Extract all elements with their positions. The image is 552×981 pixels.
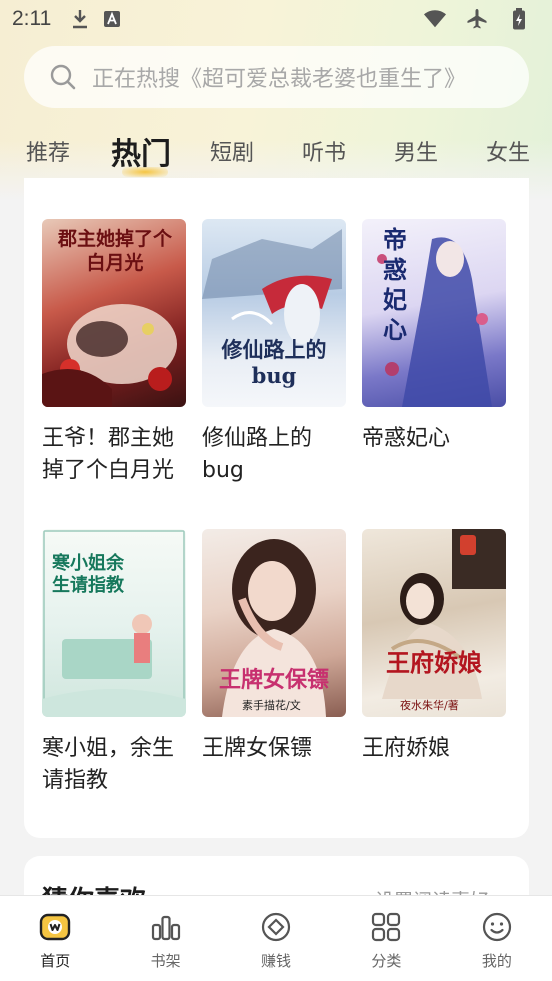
cover-author: 夜水朱华/著 [400, 699, 459, 712]
nav-category[interactable]: 分类 [331, 896, 441, 981]
book-item[interactable]: 寒小姐余生请指教 寒小姐，余生请指教 [42, 529, 186, 797]
search-bar[interactable]: 正在热搜《超可爱总裁老婆也重生了》 [24, 46, 529, 108]
cover-title: 修仙路上的bug [221, 337, 327, 388]
nav-label: 赚钱 [261, 952, 292, 970]
book-cover[interactable]: 王府娇娘 夜水朱华/著 [362, 529, 506, 717]
cover-author: 素手描花/文 [242, 699, 301, 712]
nav-label: 分类 [371, 952, 402, 970]
book-title: 王牌女保镖 [202, 736, 313, 761]
book-cover[interactable]: 王牌女保镖 素手描花/文 [202, 529, 346, 717]
nav-label: 书架 [150, 952, 181, 970]
cover-title: 王府娇娘 [386, 648, 482, 677]
airplane-mode-icon [466, 8, 488, 30]
book-title: 帝惑妃心 [362, 426, 451, 451]
book-cover[interactable]: 寒小姐余生请指教 [42, 529, 186, 717]
book-item[interactable]: 修仙路上的bug 修仙路上的bug [202, 219, 346, 487]
book-title: 寒小姐，余生请指教 [42, 736, 175, 793]
wifi-icon [424, 8, 446, 30]
font-icon [101, 8, 123, 30]
download-icon [69, 8, 91, 30]
search-icon [50, 64, 76, 90]
tab-audiobook[interactable]: 听书 [302, 135, 346, 167]
search-placeholder: 正在热搜《超可爱总裁老婆也重生了》 [92, 67, 467, 92]
book-item[interactable]: 王府娇娘 夜水朱华/著 王府娇娘 [362, 529, 506, 765]
home-icon [38, 910, 72, 944]
book-grid-card: 郡主她掉了个白月光 王爷！郡主她掉了个白月光 修仙路上的bug 修仙路上的bug [24, 178, 529, 838]
tab-female[interactable]: 女生 [486, 135, 530, 167]
profile-icon [480, 910, 514, 944]
nav-bookshelf[interactable]: 书架 [110, 896, 220, 981]
book-cover[interactable]: 帝惑妃心 [362, 219, 506, 407]
book-title: 王府娇娘 [362, 736, 451, 761]
book-item[interactable]: 王牌女保镖 素手描花/文 王牌女保镖 [202, 529, 346, 765]
nav-earn[interactable]: 赚钱 [221, 896, 331, 981]
tab-hot[interactable]: 热门 [111, 129, 171, 173]
book-item[interactable]: 帝惑妃心 帝惑妃心 [362, 219, 506, 455]
status-time: 2:11 [12, 7, 52, 30]
nav-profile[interactable]: 我的 [442, 896, 552, 981]
status-bar: 2:11 [0, 0, 552, 38]
cover-title: 帝惑妃心 [383, 225, 407, 344]
nav-label: 首页 [40, 952, 71, 970]
book-title: 王爷！郡主她掉了个白月光 [42, 426, 175, 483]
book-item[interactable]: 郡主她掉了个白月光 王爷！郡主她掉了个白月光 [42, 219, 186, 487]
nav-home[interactable]: 首页 [0, 896, 110, 981]
book-cover[interactable]: 郡主她掉了个白月光 [42, 219, 186, 407]
book-title: 修仙路上的bug [202, 426, 313, 483]
cover-title: 郡主她掉了个白月光 [57, 228, 172, 274]
earn-icon [259, 910, 293, 944]
book-cover[interactable]: 修仙路上的bug [202, 219, 346, 407]
tab-male[interactable]: 男生 [394, 135, 438, 167]
cover-title: 王牌女保镖 [218, 667, 329, 693]
category-icon [369, 910, 403, 944]
cover-title: 寒小姐余生请指教 [52, 553, 124, 596]
bookshelf-icon [149, 910, 183, 944]
tab-recommend[interactable]: 推荐 [26, 135, 70, 167]
tab-short-drama[interactable]: 短剧 [210, 135, 254, 167]
battery-icon [508, 8, 530, 30]
category-tabs: 推荐 热门 短剧 听书 男生 女生 [0, 125, 552, 177]
nav-label: 我的 [481, 952, 512, 970]
bottom-navigation: 首页 书架 赚钱 分类 我的 [0, 895, 552, 981]
